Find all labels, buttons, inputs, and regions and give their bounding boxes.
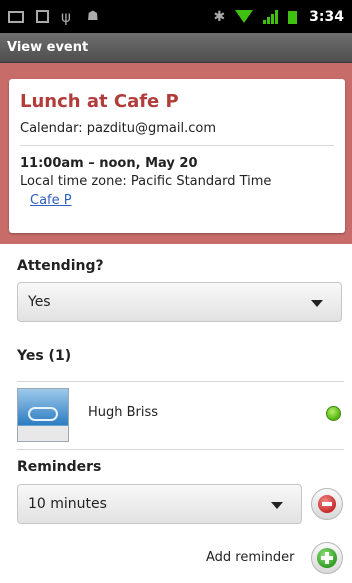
android-debug-icon: ☗ (87, 8, 99, 24)
sd-card-icon (36, 10, 49, 23)
event-timezone: Local time zone: Pacific Standard Time (20, 174, 334, 189)
event-title: Lunch at Cafe P (20, 91, 179, 112)
wifi-icon (235, 10, 254, 23)
status-bar: ψ ☗ ✱ 3:34 (0, 0, 352, 33)
dropdown-arrow-icon (311, 300, 323, 307)
bluetooth-icon: ✱ (213, 8, 226, 25)
add-reminder-label[interactable]: Add reminder (206, 550, 294, 565)
status-time: 3:34 (309, 8, 344, 25)
timezone-label: Local time zone: (20, 174, 127, 189)
event-location-link[interactable]: Cafe P (30, 193, 72, 208)
attending-spinner[interactable]: Yes (17, 282, 342, 322)
reminders-label: Reminders (17, 459, 102, 475)
remove-reminder-button[interactable] (311, 488, 343, 520)
presence-status-icon (326, 406, 341, 421)
calendar-value: pazditu@gmail.com (86, 121, 216, 136)
reminder-value: 10 minutes (28, 496, 107, 512)
dropdown-arrow-icon (271, 502, 283, 509)
add-reminder-button[interactable] (311, 542, 343, 574)
signal-icon (263, 9, 279, 24)
attendee-name: Hugh Briss (88, 405, 159, 420)
event-when: 11:00am – noon, May 20 (20, 156, 198, 171)
calendar-label: Calendar: (20, 121, 83, 136)
contact-photo (17, 388, 69, 442)
attending-value: Yes (28, 294, 51, 310)
attending-label: Attending? (17, 258, 104, 274)
event-card: Lunch at Cafe P Calendar: pazditu@gmail.… (9, 79, 345, 233)
usb-icon: ψ (61, 7, 71, 26)
event-header: Lunch at Cafe P Calendar: pazditu@gmail.… (0, 63, 352, 244)
attendee-group-label: Yes (1) (17, 348, 72, 364)
timezone-value: Pacific Standard Time (130, 174, 272, 189)
divider (17, 381, 344, 382)
page-title: View event (7, 40, 89, 55)
plus-icon (317, 548, 337, 568)
title-bar: View event (0, 33, 352, 63)
mail-icon (8, 10, 24, 23)
event-calendar: Calendar: pazditu@gmail.com (20, 121, 334, 146)
divider (17, 449, 344, 450)
bike-image-icon (28, 407, 58, 421)
battery-icon (288, 9, 298, 24)
minus-icon (318, 495, 336, 513)
reminder-spinner[interactable]: 10 minutes (17, 484, 302, 524)
